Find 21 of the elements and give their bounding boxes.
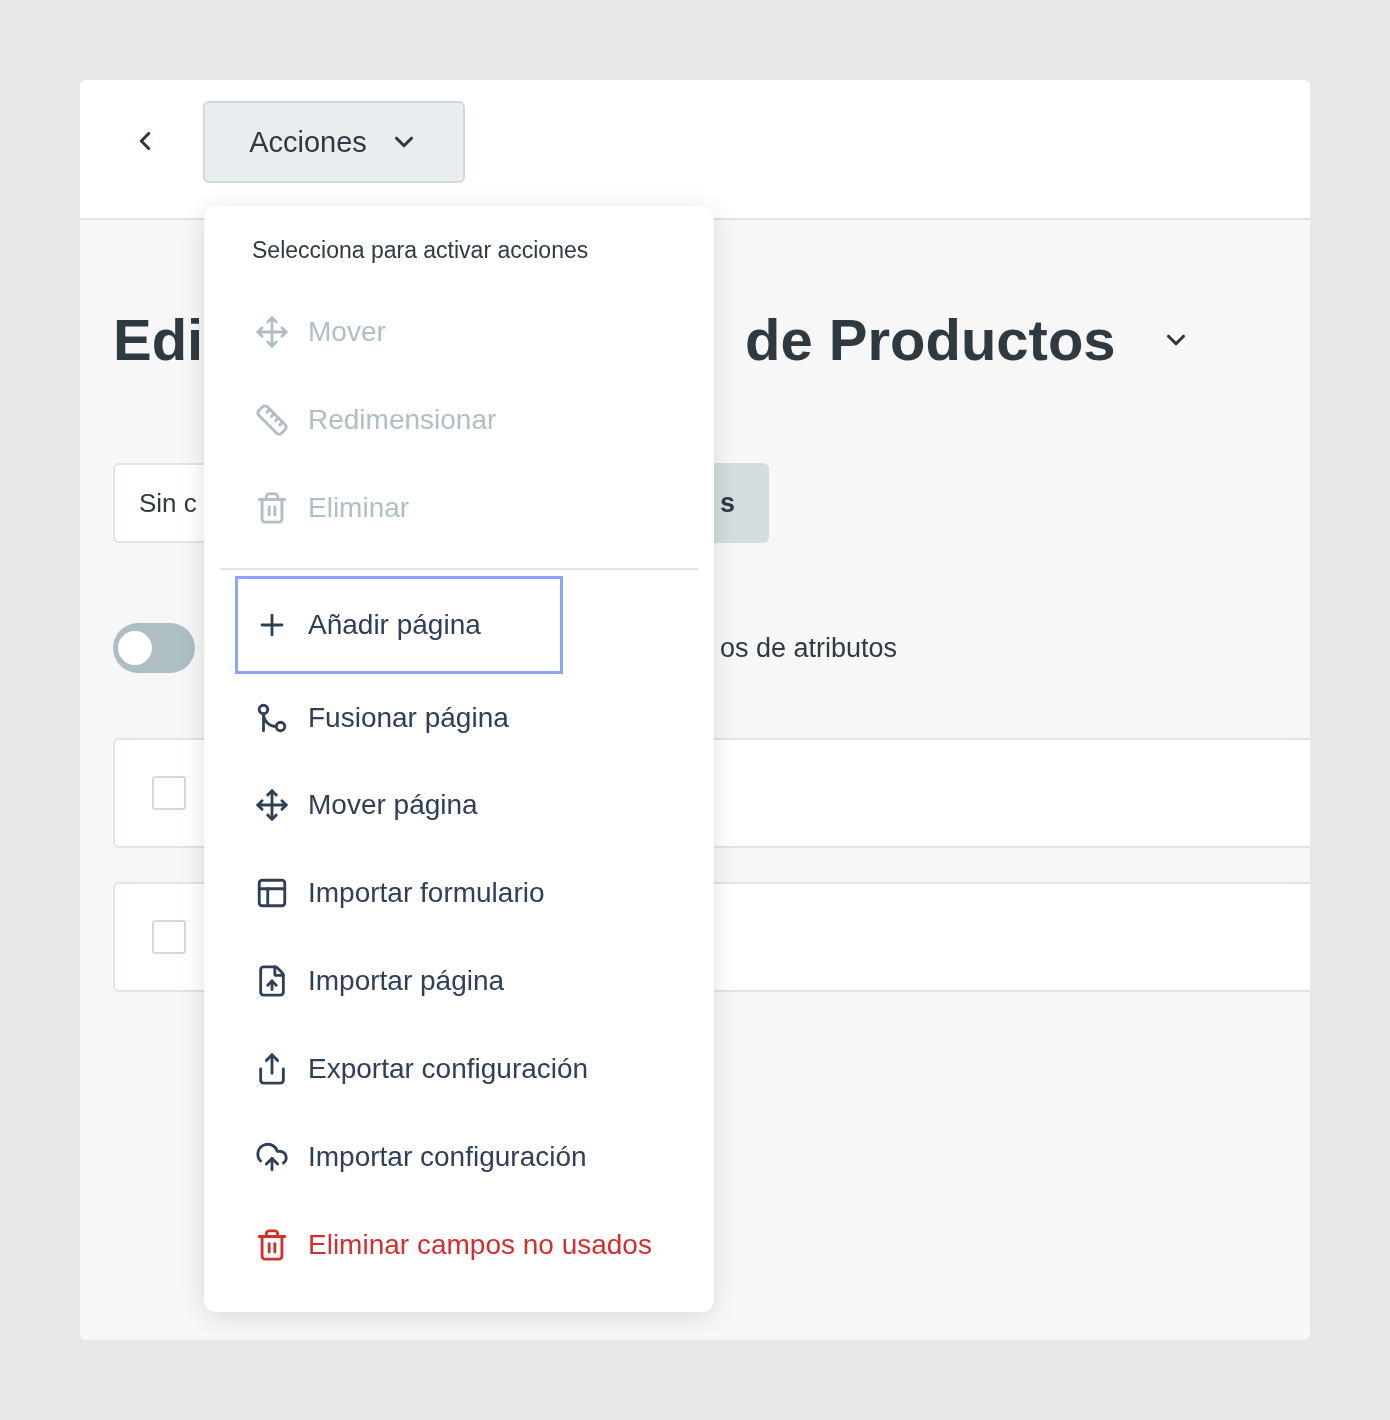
menu-item[interactable]: Mover página	[204, 761, 690, 850]
menu-item[interactable]: Importar página	[204, 937, 690, 1026]
menu-header: Selecciona para activar acciones	[252, 236, 589, 265]
menu-item[interactable]: Fusionar página	[204, 673, 690, 762]
ruler-icon	[255, 402, 289, 437]
actions-button[interactable]: Acciones	[203, 101, 465, 183]
toggle-switch[interactable]	[113, 623, 195, 673]
page-title: Edi	[113, 306, 205, 374]
toggle-label: os de atributos	[720, 632, 898, 664]
trash-icon	[255, 490, 289, 525]
checkbox[interactable]	[152, 776, 186, 810]
move-icon	[255, 314, 289, 349]
checkbox[interactable]	[152, 920, 186, 954]
menu-item[interactable]: Eliminar campos no usados	[204, 1201, 690, 1289]
page-title: de Productos	[745, 306, 1116, 374]
menu-item[interactable]: Importar configuración	[204, 1113, 690, 1202]
menu-item[interactable]: Exportar configuración	[204, 1025, 690, 1114]
menu-item[interactable]: Añadir página	[235, 575, 563, 674]
menu-item[interactable]: Importar formulario	[204, 849, 690, 938]
move-icon	[255, 788, 289, 823]
trash-icon	[255, 1228, 289, 1262]
